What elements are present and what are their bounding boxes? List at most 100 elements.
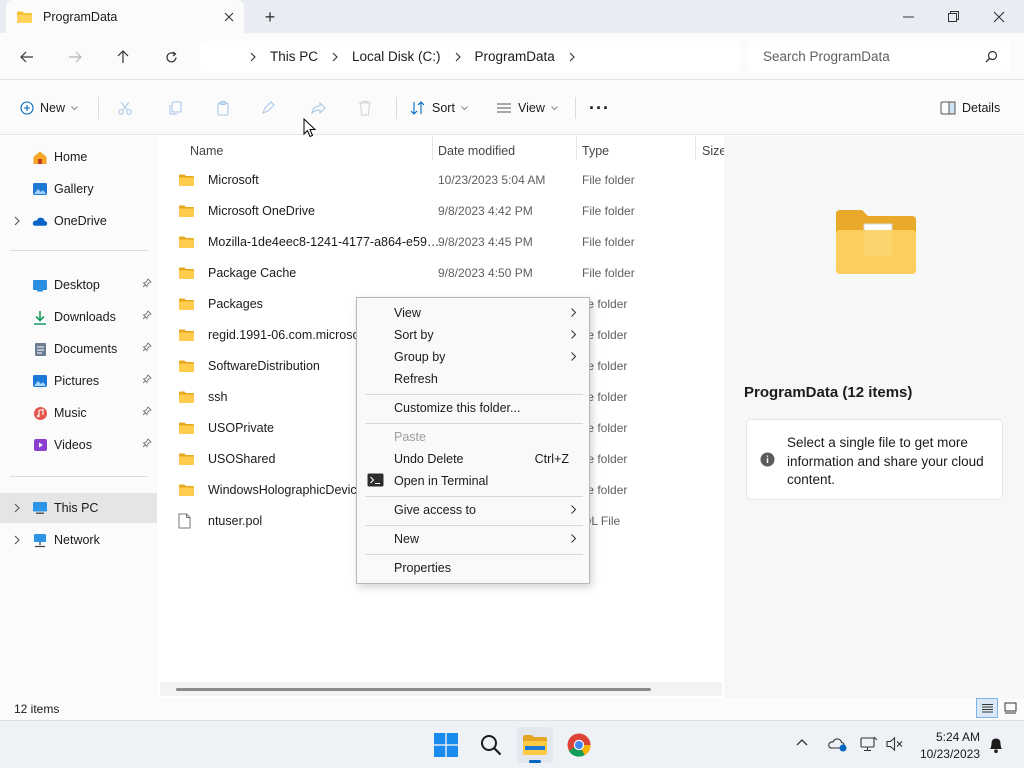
menu-item-view[interactable]: View xyxy=(358,302,590,324)
chevron-right-icon[interactable] xyxy=(10,503,24,513)
column-divider[interactable] xyxy=(695,136,696,160)
nav-divider xyxy=(10,250,148,251)
chevron-right-icon[interactable] xyxy=(445,52,471,62)
pin-icon[interactable] xyxy=(142,374,152,384)
nav-item-onedrive[interactable]: OneDrive xyxy=(0,206,157,236)
taskbar-search-button[interactable] xyxy=(473,727,509,763)
refresh-button[interactable] xyxy=(156,43,186,71)
breadcrumb-programdata[interactable]: ProgramData xyxy=(471,49,559,64)
pin-icon[interactable] xyxy=(142,438,152,448)
file-icon xyxy=(178,513,196,529)
clock-time[interactable]: 5:24 AM xyxy=(936,730,980,744)
menu-item-customize-folder[interactable]: Customize this folder... xyxy=(358,397,590,419)
maximize-button[interactable] xyxy=(930,0,976,33)
sort-button[interactable]: Sort xyxy=(410,94,468,122)
nav-item-pictures[interactable]: Pictures xyxy=(0,366,157,396)
chevron-right-icon xyxy=(571,352,576,361)
menu-item-open-in-terminal[interactable]: Open in Terminal xyxy=(358,470,590,492)
folder-icon xyxy=(178,266,196,280)
see-more-button[interactable]: ··· xyxy=(589,94,610,122)
menu-item-sort-by[interactable]: Sort by xyxy=(358,324,590,346)
file-row[interactable]: Microsoft OneDrive 9/8/2023 4:42 PM File… xyxy=(168,195,718,226)
nav-item-desktop[interactable]: Desktop xyxy=(0,270,157,300)
delete-button[interactable] xyxy=(358,94,372,122)
column-divider[interactable] xyxy=(432,136,433,160)
close-tab-button[interactable] xyxy=(214,4,244,30)
column-header-type[interactable]: Type xyxy=(582,140,609,162)
bell-icon xyxy=(988,736,1004,754)
column-header-size[interactable]: Size xyxy=(702,140,726,162)
pin-icon[interactable] xyxy=(142,278,152,288)
file-row[interactable]: Mozilla-1de4eec8-1241-4177-a864-e594e...… xyxy=(168,226,718,257)
large-icons-view-button[interactable] xyxy=(999,698,1021,718)
search-icon[interactable] xyxy=(985,50,998,63)
details-button[interactable]: Details xyxy=(940,94,1000,122)
new-button[interactable]: New xyxy=(20,94,78,122)
rename-button[interactable] xyxy=(260,94,276,122)
this-pc-icon xyxy=(32,500,48,516)
file-row[interactable]: Microsoft 10/23/2023 5:04 AM File folder xyxy=(168,164,718,195)
start-button[interactable] xyxy=(428,727,464,763)
menu-item-new[interactable]: New xyxy=(358,528,590,550)
nav-item-downloads[interactable]: Downloads xyxy=(0,302,157,332)
menu-item-paste[interactable]: Paste xyxy=(358,426,590,448)
chevron-right-icon[interactable] xyxy=(322,52,348,62)
copy-button[interactable] xyxy=(167,94,183,122)
taskbar-file-explorer[interactable] xyxy=(517,727,553,763)
file-row[interactable]: Package Cache 9/8/2023 4:50 PM File fold… xyxy=(168,257,718,288)
menu-item-properties[interactable]: Properties xyxy=(358,557,590,579)
pin-icon[interactable] xyxy=(142,406,152,416)
cut-button[interactable] xyxy=(117,94,133,122)
column-header-date[interactable]: Date modified xyxy=(438,140,515,162)
address-row: This PC Local Disk (C:) ProgramData xyxy=(0,33,1024,80)
search-input[interactable] xyxy=(763,49,985,64)
gallery-icon xyxy=(32,181,48,197)
menu-shortcut: Ctrl+Z xyxy=(534,452,569,466)
menu-item-undo-delete[interactable]: Undo Delete Ctrl+Z xyxy=(358,448,590,470)
nav-item-gallery[interactable]: Gallery xyxy=(0,174,157,204)
taskbar-chrome[interactable] xyxy=(561,727,597,763)
details-view-button[interactable] xyxy=(976,698,998,718)
address-bar[interactable]: This PC Local Disk (C:) ProgramData xyxy=(200,41,740,72)
chevron-right-icon[interactable] xyxy=(10,535,24,545)
toolbar-divider xyxy=(396,97,397,119)
nav-item-videos[interactable]: Videos xyxy=(0,430,157,460)
paste-button[interactable] xyxy=(215,94,231,122)
nav-item-this-pc[interactable]: This PC xyxy=(0,493,157,523)
network-tray-icon[interactable] xyxy=(860,736,878,752)
breadcrumb-this-pc[interactable]: This PC xyxy=(266,49,322,64)
minimize-button[interactable] xyxy=(885,0,931,33)
notifications-button[interactable] xyxy=(988,736,1004,754)
nav-item-music[interactable]: Music xyxy=(0,398,157,428)
music-icon xyxy=(32,405,48,421)
nav-label: Gallery xyxy=(54,182,94,196)
menu-item-give-access-to[interactable]: Give access to xyxy=(358,499,590,521)
search-box[interactable] xyxy=(748,41,1010,72)
back-button[interactable] xyxy=(12,43,42,71)
home-icon xyxy=(32,149,48,165)
chevron-right-icon[interactable] xyxy=(559,52,585,62)
pin-icon[interactable] xyxy=(142,342,152,352)
tab-programdata[interactable]: ProgramData xyxy=(6,0,244,33)
up-button[interactable] xyxy=(108,43,138,71)
forward-button[interactable] xyxy=(60,43,90,71)
show-hidden-icons-button[interactable] xyxy=(796,738,808,746)
nav-item-home[interactable]: Home xyxy=(0,142,157,172)
view-button[interactable]: View xyxy=(496,94,558,122)
nav-item-network[interactable]: Network xyxy=(0,525,157,555)
onedrive-tray-icon[interactable] xyxy=(828,736,848,752)
volume-muted-icon[interactable] xyxy=(886,736,904,752)
nav-item-documents[interactable]: Documents xyxy=(0,334,157,364)
pin-icon[interactable] xyxy=(142,310,152,320)
column-header-name[interactable]: Name xyxy=(190,140,223,162)
scrollbar-thumb[interactable] xyxy=(176,688,651,691)
breadcrumb-local-disk[interactable]: Local Disk (C:) xyxy=(348,49,445,64)
clock-date[interactable]: 10/23/2023 xyxy=(920,747,980,761)
column-divider[interactable] xyxy=(576,136,577,160)
copy-icon xyxy=(167,100,183,116)
chevron-right-icon[interactable] xyxy=(10,216,24,226)
menu-item-group-by[interactable]: Group by xyxy=(358,346,590,368)
menu-item-refresh[interactable]: Refresh xyxy=(358,368,590,390)
new-tab-button[interactable]: + xyxy=(258,6,282,28)
close-window-button[interactable] xyxy=(976,0,1022,33)
